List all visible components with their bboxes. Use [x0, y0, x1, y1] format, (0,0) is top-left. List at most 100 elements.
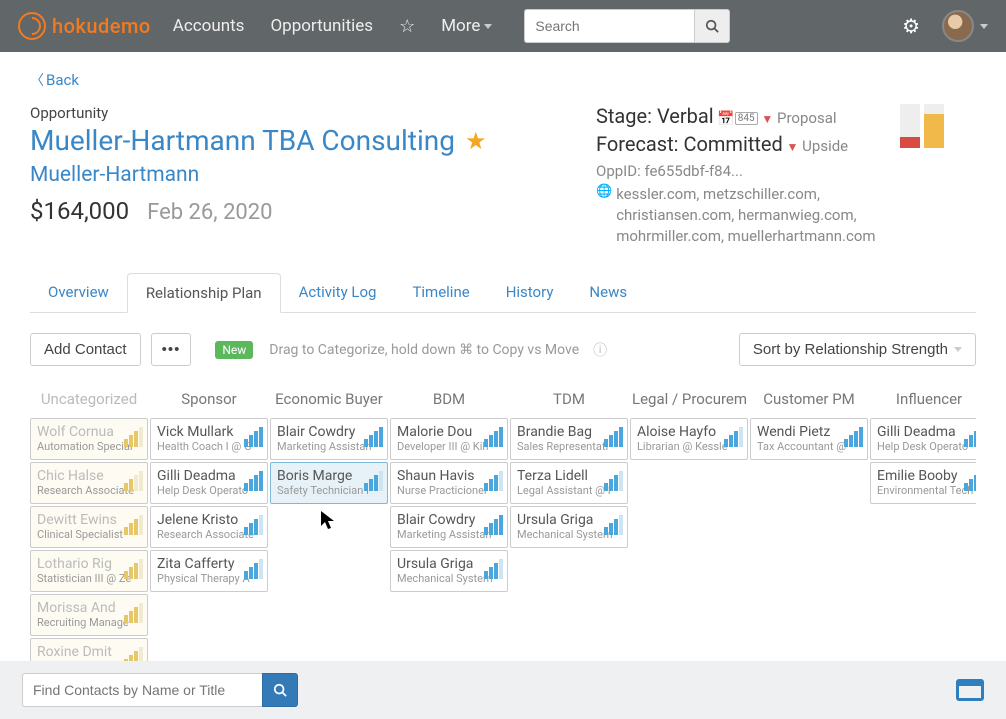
oppid: OppID: fe655dbf-f84... — [596, 162, 876, 180]
brand-icon — [18, 12, 46, 40]
contact-card[interactable]: Zita CaffertyPhysical Therapy A — [150, 550, 268, 592]
find-contacts-button[interactable] — [262, 673, 298, 707]
strength-bars-icon — [724, 427, 743, 447]
back-link[interactable]: 〈 Back — [30, 70, 976, 90]
contact-name: Emilie Booby — [877, 468, 976, 484]
tab-relationship-plan[interactable]: Relationship Plan — [127, 273, 281, 313]
column-economic-buyer: Economic BuyerBlair CowdryMarketing Assi… — [270, 384, 388, 682]
strength-bars-icon — [844, 427, 863, 447]
opportunity-title[interactable]: Mueller-Hartmann TBA Consulting — [30, 124, 455, 157]
globe-icon: 🌐 — [596, 184, 612, 247]
add-contact-button[interactable]: Add Contact — [30, 333, 141, 366]
contact-card[interactable]: Gilli DeadmaHelp Desk Operato — [870, 418, 976, 460]
opportunity-header: Opportunity Mueller-Hartmann TBA Consult… — [30, 104, 486, 251]
close-date: Feb 26, 2020 — [147, 200, 272, 225]
column-uncategorized: UncategorizedWolf CornuaAutomation Speci… — [30, 384, 148, 682]
nav-links: Accounts Opportunities ☆ More — [173, 16, 493, 37]
toolbar: Add Contact ••• New Drag to Categorize, … — [30, 333, 976, 366]
column-customer-pm: Customer PMWendi PietzTax Accountant @ — [750, 384, 868, 682]
strength-bars-icon — [964, 427, 976, 447]
contact-card[interactable]: Malorie DouDeveloper III @ Kih — [390, 418, 508, 460]
column-header: Sponsor — [150, 384, 268, 418]
brand[interactable]: hokudemo — [18, 12, 151, 40]
contact-card[interactable]: Morissa AndRecruiting Manage — [30, 594, 148, 636]
domains: kessler.com, metzschiller.com, christian… — [616, 184, 876, 247]
page: 〈 Back Opportunity Mueller-Hartmann TBA … — [0, 52, 1006, 682]
strength-bars-icon — [484, 427, 503, 447]
column-legal-procurem: Legal / ProcuremAloise HayfoLibrarian @ … — [630, 384, 748, 682]
new-badge: New — [215, 341, 253, 359]
forecast-label: Forecast: Committed — [596, 132, 783, 156]
score-bars — [900, 104, 944, 148]
strength-bars-icon — [124, 515, 143, 535]
contact-card[interactable]: Shaun HavisNurse Practicioner — [390, 462, 508, 504]
strength-bars-icon — [244, 427, 263, 447]
caret-down-icon — [954, 347, 962, 352]
brand-text: hokudemo — [52, 14, 151, 38]
strength-bars-icon — [604, 471, 623, 491]
contact-card[interactable]: Jelene KristoResearch Associate — [150, 506, 268, 548]
contact-card[interactable]: Chic HalseResearch Associate — [30, 462, 148, 504]
calendar-icon[interactable]: 📅 — [717, 111, 734, 127]
contact-card[interactable]: Boris MargeSafety Technician I — [270, 462, 388, 504]
favorite-star-icon[interactable]: ★ — [465, 127, 487, 155]
contact-card[interactable]: Emilie BoobyEnvironmental Tech — [870, 462, 976, 504]
contact-card[interactable]: Gilli DeadmaHelp Desk Operato — [150, 462, 268, 504]
avatar — [942, 10, 974, 42]
strength-bars-icon — [124, 603, 143, 623]
stage-label: Stage: Verbal — [596, 104, 714, 128]
contact-card[interactable]: Blair CowdryMarketing Assistan — [390, 506, 508, 548]
contact-name: Gilli Deadma — [877, 424, 976, 440]
strength-bars-icon — [124, 471, 143, 491]
column-header: Legal / Procurem — [630, 384, 748, 418]
strength-bars-icon — [244, 559, 263, 579]
strength-bars-icon — [604, 515, 623, 535]
nav-opportunities[interactable]: Opportunities — [270, 16, 373, 37]
column-sponsor: SponsorVick MullarkHealth Coach I @ GGil… — [150, 384, 268, 682]
strength-bars-icon — [604, 427, 623, 447]
contact-card[interactable]: Aloise HayfoLibrarian @ Kessle — [630, 418, 748, 460]
contact-card[interactable]: Ursula GrigaMechanical System — [390, 550, 508, 592]
account-link[interactable]: Mueller-Hartmann — [30, 163, 486, 187]
more-actions-button[interactable]: ••• — [151, 333, 192, 366]
contact-card[interactable]: Wolf CornuaAutomation Special — [30, 418, 148, 460]
nav-more[interactable]: More — [441, 16, 492, 37]
column-header: Economic Buyer — [270, 384, 388, 418]
forecast-alt: Upside — [802, 137, 848, 155]
kicker: Opportunity — [30, 104, 486, 122]
nav-accounts[interactable]: Accounts — [173, 16, 245, 37]
contact-card[interactable]: Lothario RigStatistician III @ Ze — [30, 550, 148, 592]
tabs: OverviewRelationship PlanActivity LogTim… — [30, 273, 976, 313]
opportunity-meta: Stage: Verbal 📅845 ▼ Proposal Forecast: … — [596, 104, 876, 251]
contact-card[interactable]: Terza LidellLegal Assistant @ I — [510, 462, 628, 504]
favorites-icon[interactable]: ☆ — [399, 16, 415, 37]
contact-card[interactable]: Wendi PietzTax Accountant @ — [750, 418, 868, 460]
strength-bars-icon — [124, 559, 143, 579]
help-icon[interactable]: ⓘ — [593, 340, 607, 360]
column-header: TDM — [510, 384, 628, 418]
tab-timeline[interactable]: Timeline — [394, 273, 487, 312]
strength-bars-icon — [484, 515, 503, 535]
settings-icon[interactable]: ⚙ — [902, 14, 920, 38]
tab-news[interactable]: News — [571, 273, 645, 312]
user-menu[interactable] — [942, 10, 988, 42]
sort-button[interactable]: Sort by Relationship Strength — [739, 333, 976, 366]
tab-activity-log[interactable]: Activity Log — [281, 273, 395, 312]
tab-history[interactable]: History — [488, 273, 572, 312]
contact-card[interactable]: Blair CowdryMarketing Assistan — [270, 418, 388, 460]
contact-card[interactable]: Vick MullarkHealth Coach I @ G — [150, 418, 268, 460]
window-icon[interactable] — [956, 679, 984, 701]
contact-card[interactable]: Dewitt EwinsClinical Specialist — [30, 506, 148, 548]
down-triangle-icon: ▼ — [761, 112, 773, 126]
strength-bars-icon — [484, 559, 503, 579]
contact-card[interactable]: Brandie BagSales Representati — [510, 418, 628, 460]
search-input[interactable] — [524, 9, 694, 43]
navbar: hokudemo Accounts Opportunities ☆ More ⚙ — [0, 0, 1006, 52]
tab-overview[interactable]: Overview — [30, 273, 127, 312]
column-header: Uncategorized — [30, 384, 148, 418]
column-container: UncategorizedWolf CornuaAutomation Speci… — [30, 384, 976, 682]
find-contacts-input[interactable] — [22, 673, 262, 707]
contact-card[interactable]: Ursula GrigaMechanical System — [510, 506, 628, 548]
stage-alt: Proposal — [777, 109, 836, 127]
search-button[interactable] — [694, 9, 730, 43]
